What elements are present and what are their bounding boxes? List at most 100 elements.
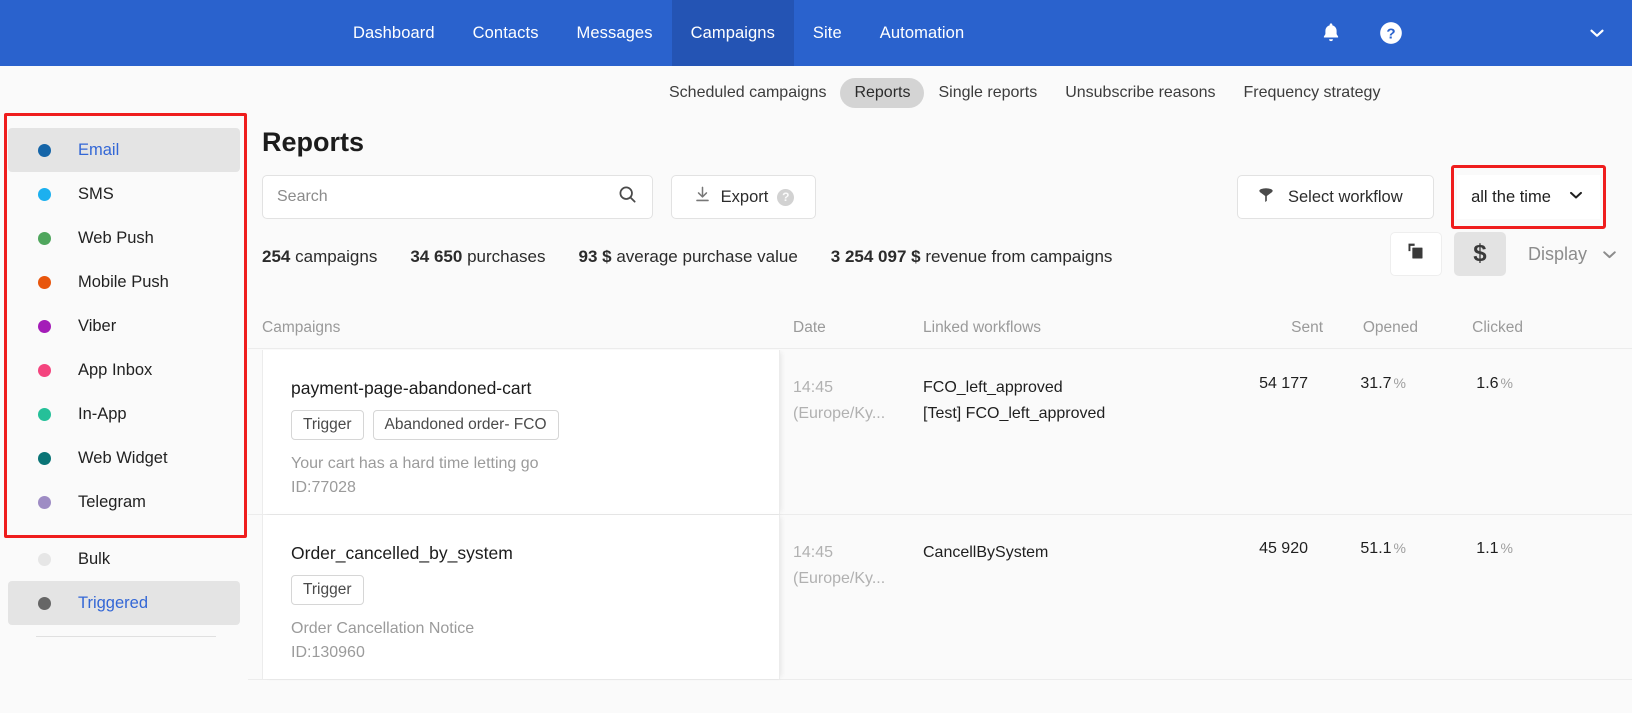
cell-clicked-value: 1.1	[1476, 540, 1499, 557]
campaign-tags: Trigger	[291, 575, 779, 605]
tab-frequency-strategy[interactable]: Frequency strategy	[1229, 78, 1394, 108]
help-icon[interactable]: ?	[1376, 18, 1406, 48]
stat-label: average purchase value	[616, 247, 798, 266]
tab-scheduled-campaigns[interactable]: Scheduled campaigns	[655, 78, 840, 108]
stat-value: 34 650	[410, 247, 463, 266]
topnav-spacer	[0, 0, 334, 66]
stat-value: 3 254 097 $	[830, 247, 921, 266]
workflow-name: CancellBySystem	[923, 544, 1049, 561]
cell-timezone: (Europe/Ky...	[793, 569, 886, 587]
channel-dot-sms	[38, 187, 51, 201]
search-icon[interactable]	[617, 184, 638, 210]
channel-dot-app-inbox	[38, 363, 51, 377]
sidebar-item-label: Email	[78, 140, 120, 159]
tab-reports[interactable]: Reports	[840, 77, 925, 108]
stat-label: campaigns	[295, 247, 378, 266]
cell-timezone: (Europe/Ky...	[793, 404, 886, 422]
dollar-icon: $	[1473, 240, 1487, 267]
campaign-tags: Trigger Abandoned order- FCO	[291, 410, 779, 440]
nav-item-campaigns[interactable]: Campaigns	[671, 0, 794, 66]
table-row[interactable]: payment-page-abandoned-cart Trigger Aban…	[248, 350, 1632, 515]
select-workflow-label: Select workflow	[1288, 187, 1403, 206]
subnav-items: Scheduled campaigns Reports Single repor…	[655, 77, 1394, 108]
stat-revenue-from-campaigns: 3 254 097 $ revenue from campaigns	[831, 247, 1113, 267]
nav-item-automation[interactable]: Automation	[861, 0, 983, 66]
sidebar-item-triggered[interactable]: Triggered	[8, 581, 240, 625]
time-filter-annotation: all the time	[1451, 165, 1606, 229]
account-chevron-down-icon[interactable]	[1586, 22, 1608, 44]
tag-event: Abandoned order- FCO	[372, 410, 559, 440]
stat-average-purchase-value: 93 $ average purchase value	[579, 247, 798, 267]
type-dot-triggered	[38, 596, 51, 610]
channel-dot-web-widget	[38, 451, 51, 465]
cell-opened: 31.7%	[1328, 375, 1406, 393]
sidebar-divider	[36, 636, 216, 637]
sidebar-item-web-widget[interactable]: Web Widget	[8, 436, 240, 480]
cell-opened: 51.1%	[1328, 540, 1406, 558]
bell-icon[interactable]	[1316, 18, 1346, 48]
display-controls: $ Display	[1389, 232, 1620, 276]
sidebar-item-telegram[interactable]: Telegram	[8, 480, 240, 524]
sidebar-item-label: In-App	[78, 404, 127, 423]
sidebar-item-label: App Inbox	[78, 360, 153, 379]
sidebar-item-label: Telegram	[78, 492, 146, 511]
tab-unsubscribe-reasons[interactable]: Unsubscribe reasons	[1051, 78, 1229, 108]
time-filter-button[interactable]: all the time	[1457, 175, 1600, 219]
campaign-id: ID:130960	[291, 644, 365, 662]
top-navigation-bar: Dashboard Contacts Messages Campaigns Si…	[0, 0, 1632, 66]
reports-toolbar: Export ? Select workflow all the time	[262, 165, 1618, 229]
channel-dot-in-app	[38, 407, 51, 421]
percent-sign: %	[1393, 375, 1406, 391]
cell-opened-value: 31.7	[1360, 375, 1392, 392]
sidebar-item-app-inbox[interactable]: App Inbox	[8, 348, 240, 392]
sidebar-item-web-push[interactable]: Web Push	[8, 216, 240, 260]
sidebar-item-viber[interactable]: Viber	[8, 304, 240, 348]
search-input[interactable]	[277, 188, 617, 206]
sidebar-item-email[interactable]: Email	[8, 128, 240, 172]
channel-dot-telegram	[38, 495, 51, 509]
copy-icon-button[interactable]	[1389, 232, 1442, 276]
nav-item-site[interactable]: Site	[794, 0, 861, 66]
stat-label: purchases	[467, 247, 546, 266]
row-data: 14:45 (Europe/Ky... CancellBySystem 45 9…	[780, 515, 1632, 679]
sidebar-item-bulk[interactable]: Bulk	[8, 537, 240, 581]
cell-clicked-value: 1.6	[1476, 375, 1499, 392]
campaign-card[interactable]: payment-page-abandoned-cart Trigger Aban…	[262, 350, 780, 514]
column-header-clicked: Clicked	[1472, 319, 1523, 336]
nav-item-dashboard[interactable]: Dashboard	[334, 0, 454, 66]
export-help-icon[interactable]: ?	[777, 188, 795, 206]
sidebar-item-in-app[interactable]: In-App	[8, 392, 240, 436]
channel-dot-web-push	[38, 231, 51, 245]
campaign-type-group: Bulk Triggered	[0, 537, 248, 625]
column-header-linked-workflows: Linked workflows	[923, 319, 1042, 336]
nav-item-contacts[interactable]: Contacts	[454, 0, 558, 66]
campaign-name: Order_cancelled_by_system	[291, 543, 513, 563]
tab-single-reports[interactable]: Single reports	[924, 78, 1051, 108]
sidebar-item-mobile-push[interactable]: Mobile Push	[8, 260, 240, 304]
cell-linked-workflows: FCO_left_approved [Test] FCO_left_approv…	[923, 375, 1105, 426]
sidebar-item-sms[interactable]: SMS	[8, 172, 240, 216]
display-chevron-down-icon[interactable]	[1599, 244, 1620, 265]
nav-item-messages[interactable]: Messages	[558, 0, 672, 66]
column-header-sent: Sent	[1291, 319, 1323, 336]
percent-sign: %	[1500, 375, 1513, 391]
search-box[interactable]	[262, 175, 653, 219]
cell-sent: 54 177	[1259, 375, 1308, 392]
sidebar-item-label: SMS	[78, 184, 114, 203]
export-label: Export	[720, 187, 769, 206]
time-filter-label: all the time	[1471, 187, 1551, 206]
topnav-items: Dashboard Contacts Messages Campaigns Si…	[334, 0, 983, 66]
download-icon	[693, 185, 712, 209]
currency-toggle-button[interactable]: $	[1453, 232, 1506, 276]
table-row[interactable]: Order_cancelled_by_system Trigger Order …	[248, 515, 1632, 680]
select-workflow-button[interactable]: Select workflow	[1237, 175, 1434, 219]
table-header-row: Campaigns Date Linked workflows Sent Ope…	[248, 309, 1632, 349]
page-title: Reports	[262, 127, 365, 157]
campaign-card[interactable]: Order_cancelled_by_system Trigger Order …	[262, 515, 780, 679]
percent-sign: %	[1393, 540, 1406, 556]
display-label[interactable]: Display	[1528, 244, 1587, 265]
svg-text:?: ?	[1386, 25, 1395, 42]
channel-dot-mobile-push	[38, 275, 51, 289]
export-button[interactable]: Export ?	[671, 175, 816, 219]
tag-trigger: Trigger	[291, 410, 364, 440]
